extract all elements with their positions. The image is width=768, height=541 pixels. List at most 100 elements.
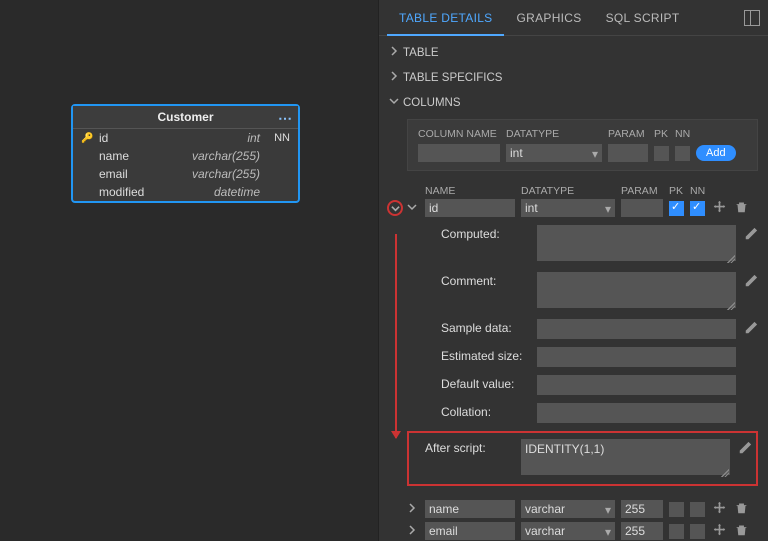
chevron-down-icon bbox=[389, 96, 403, 109]
column-name-input[interactable] bbox=[425, 500, 515, 518]
details-panel: TABLE DETAILS GRAPHICS SQL SCRIPT TABLE … bbox=[378, 0, 768, 541]
header-nn: NN bbox=[690, 185, 705, 197]
column-datatype-select[interactable] bbox=[521, 522, 615, 540]
section-table[interactable]: TABLE bbox=[389, 40, 758, 65]
move-icon[interactable] bbox=[711, 200, 727, 216]
column-nn-checkbox[interactable] bbox=[690, 201, 705, 216]
add-column-box: COLUMN NAME DATATYPE PARAM PK NN ▾ Add bbox=[407, 119, 758, 171]
header-datatype: DATATYPE bbox=[521, 185, 615, 197]
label-sample-data: Sample data: bbox=[441, 319, 537, 335]
header-pk: PK bbox=[654, 128, 669, 140]
sample-data-input[interactable] bbox=[537, 319, 736, 339]
after-script-highlight: After script: bbox=[407, 431, 758, 486]
entity-column-row[interactable]: email varchar(255) bbox=[73, 165, 298, 183]
entity-menu-icon[interactable]: ⋯ bbox=[278, 110, 292, 127]
header-param: PARAM bbox=[608, 128, 648, 140]
entity-column-row[interactable]: name varchar(255) bbox=[73, 147, 298, 165]
column-pk-checkbox[interactable] bbox=[669, 502, 684, 517]
tab-table-details[interactable]: TABLE DETAILS bbox=[387, 0, 504, 36]
chevron-right-icon bbox=[389, 71, 403, 84]
resize-grip-icon[interactable] bbox=[721, 469, 729, 477]
label-estimated-size: Estimated size: bbox=[441, 347, 537, 363]
resize-grip-icon[interactable] bbox=[727, 302, 735, 310]
column-dtype: varchar(255) bbox=[169, 149, 266, 163]
add-param-input[interactable] bbox=[608, 144, 648, 162]
add-nn-checkbox[interactable] bbox=[675, 146, 690, 161]
entity-column-row[interactable]: 🔑 id int NN bbox=[73, 129, 298, 147]
computed-input[interactable] bbox=[537, 225, 736, 261]
column-datatype-select[interactable] bbox=[521, 500, 615, 518]
layout-toggle-icon[interactable] bbox=[744, 10, 760, 26]
entity-header[interactable]: Customer ⋯ bbox=[73, 106, 298, 129]
tab-graphics[interactable]: GRAPHICS bbox=[504, 0, 593, 36]
estimated-size-input[interactable] bbox=[537, 347, 736, 367]
column-param-input[interactable] bbox=[621, 500, 663, 518]
column-nn-checkbox[interactable] bbox=[690, 524, 705, 539]
column-name: email bbox=[99, 167, 169, 181]
label-default-value: Default value: bbox=[441, 375, 537, 391]
label-comment: Comment: bbox=[441, 272, 537, 288]
comment-input[interactable] bbox=[537, 272, 736, 308]
resize-grip-icon[interactable] bbox=[727, 255, 735, 263]
label-collation: Collation: bbox=[441, 403, 537, 419]
edit-icon[interactable] bbox=[744, 272, 758, 291]
label-computed: Computed: bbox=[441, 225, 537, 241]
column-param-input[interactable] bbox=[621, 522, 663, 540]
delete-icon[interactable] bbox=[733, 200, 749, 216]
column-param-input[interactable] bbox=[621, 199, 663, 217]
edit-icon[interactable] bbox=[744, 319, 758, 338]
column-name-input[interactable] bbox=[425, 199, 515, 217]
after-script-input[interactable] bbox=[521, 439, 730, 475]
move-icon[interactable] bbox=[711, 523, 727, 539]
add-button[interactable]: Add bbox=[696, 145, 736, 161]
column-row: ▾ bbox=[407, 522, 758, 540]
diagram-canvas[interactable]: Customer ⋯ 🔑 id int NN name varchar(255)… bbox=[0, 0, 378, 541]
column-dtype: int bbox=[169, 131, 266, 145]
add-pk-checkbox[interactable] bbox=[654, 146, 669, 161]
section-specifics[interactable]: TABLE SPECIFICS bbox=[389, 65, 758, 90]
entity-customer[interactable]: Customer ⋯ 🔑 id int NN name varchar(255)… bbox=[71, 104, 300, 203]
column-nn-checkbox[interactable] bbox=[690, 502, 705, 517]
chevron-right-icon[interactable] bbox=[407, 524, 419, 538]
add-datatype-select[interactable] bbox=[506, 144, 602, 162]
column-datatype-select[interactable] bbox=[521, 199, 615, 217]
pk-key-icon: 🔑 bbox=[81, 133, 99, 144]
header-pk: PK bbox=[669, 185, 684, 197]
column-name: id bbox=[99, 131, 169, 145]
annotation-arrow bbox=[395, 234, 397, 438]
label-after-script: After script: bbox=[409, 439, 521, 455]
add-column-name-input[interactable] bbox=[418, 144, 500, 162]
header-datatype: DATATYPE bbox=[506, 128, 602, 140]
section-table-label: TABLE bbox=[403, 47, 439, 59]
chevron-right-icon bbox=[389, 46, 403, 59]
column-row: ▾ bbox=[407, 500, 758, 518]
column-name-input[interactable] bbox=[425, 522, 515, 540]
entity-column-row[interactable]: modified datetime bbox=[73, 183, 298, 201]
move-icon[interactable] bbox=[711, 501, 727, 517]
edit-icon[interactable] bbox=[744, 225, 758, 244]
column-pk-checkbox[interactable] bbox=[669, 201, 684, 216]
header-param: PARAM bbox=[621, 185, 663, 197]
delete-icon[interactable] bbox=[733, 501, 749, 517]
section-specifics-label: TABLE SPECIFICS bbox=[403, 72, 502, 84]
header-nn: NN bbox=[675, 128, 690, 140]
section-columns[interactable]: COLUMNS bbox=[389, 90, 758, 115]
entity-title: Customer bbox=[157, 110, 213, 124]
tab-sql-script[interactable]: SQL SCRIPT bbox=[594, 0, 692, 36]
column-name: name bbox=[99, 149, 169, 163]
header-column-name: COLUMN NAME bbox=[418, 128, 500, 140]
delete-icon[interactable] bbox=[733, 523, 749, 539]
header-name: NAME bbox=[425, 185, 515, 197]
column-nn: NN bbox=[266, 132, 290, 144]
collation-input[interactable] bbox=[537, 403, 736, 423]
default-value-input[interactable] bbox=[537, 375, 736, 395]
chevron-down-icon[interactable] bbox=[407, 201, 419, 215]
edit-icon[interactable] bbox=[738, 439, 752, 458]
column-detail-id: NAME DATATYPE PARAM PK NN ▾ bbox=[407, 185, 758, 423]
panel-tabs: TABLE DETAILS GRAPHICS SQL SCRIPT bbox=[379, 0, 768, 36]
chevron-right-icon[interactable] bbox=[407, 502, 419, 516]
column-name: modified bbox=[99, 185, 169, 199]
column-properties: Computed: Comment: Sample data: Estimate… bbox=[441, 225, 758, 423]
column-dtype: datetime bbox=[169, 185, 266, 199]
column-pk-checkbox[interactable] bbox=[669, 524, 684, 539]
